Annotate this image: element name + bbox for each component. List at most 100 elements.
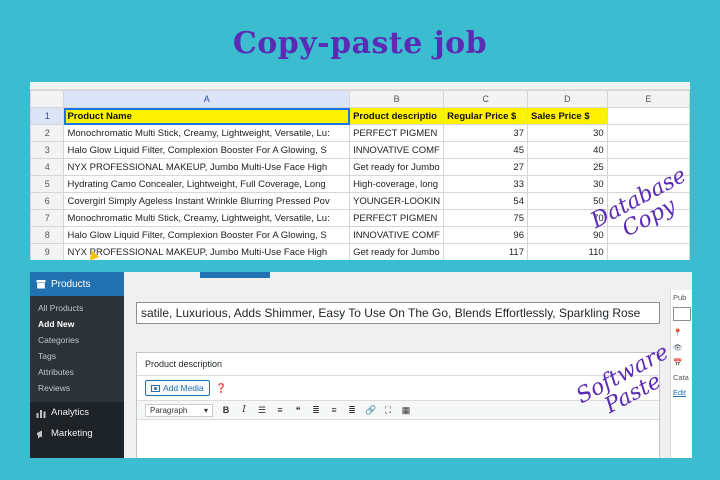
cell-product-name[interactable]: Monochromatic Multi Stick, Creamy, Light… — [63, 124, 351, 142]
format-select-value: Paragraph — [150, 405, 188, 415]
cell-product-name[interactable]: Halo Glow Liquid Filter, Complexion Boos… — [63, 226, 351, 244]
archive-icon — [36, 280, 46, 289]
cell-regular-price[interactable]: 117 — [443, 243, 528, 260]
bold-icon[interactable]: B — [221, 405, 231, 415]
cell-product-name[interactable]: Monochromatic Multi Stick, Creamy, Light… — [63, 209, 351, 227]
cell-description[interactable]: High-coverage, long — [349, 175, 445, 193]
row-number[interactable]: 5 — [30, 175, 65, 193]
cell-description[interactable]: INNOVATIVE COMF — [349, 226, 445, 244]
table-row: 6 Covergirl Simply Ageless Instant Wrink… — [30, 192, 690, 210]
bulleted-list-icon[interactable]: ☰ — [257, 405, 267, 416]
column-header-d[interactable]: D — [526, 90, 608, 108]
sidebar-item-label: Marketing — [51, 428, 93, 439]
bar-chart-icon — [36, 409, 46, 418]
products-submenu: All Products Add New Categories Tags Att… — [30, 296, 124, 402]
sidebar-item-marketing[interactable]: Marketing — [30, 423, 124, 444]
align-right-icon[interactable]: ≣ — [347, 405, 357, 416]
header-cell-regular-price[interactable]: Regular Price $ — [443, 107, 528, 125]
submenu-attributes[interactable]: Attributes — [30, 364, 124, 380]
cell-regular-price[interactable]: 37 — [443, 124, 528, 142]
column-header-c[interactable]: C — [443, 90, 528, 108]
row-number[interactable]: 3 — [30, 141, 65, 159]
row-number[interactable]: 6 — [30, 192, 65, 210]
help-icon[interactable]: ❓ — [216, 383, 227, 394]
row-number[interactable]: 8 — [30, 226, 65, 244]
cell-regular-price[interactable]: 45 — [443, 141, 528, 159]
row-number[interactable]: 7 — [30, 209, 65, 227]
cell-regular-price[interactable]: 33 — [443, 175, 528, 193]
empty-cell[interactable] — [606, 124, 690, 142]
blockquote-icon[interactable]: ❝ — [293, 405, 303, 416]
cell-description[interactable]: Get ready for Jumbo — [349, 243, 445, 260]
edit-link[interactable]: Edit — [671, 385, 692, 400]
italic-icon[interactable]: I — [239, 405, 249, 415]
sidebar-item-label: Products — [51, 278, 91, 290]
sidebar-item-analytics[interactable]: Analytics — [30, 402, 124, 423]
cell-sales-price[interactable]: 30 — [526, 124, 608, 142]
align-center-icon[interactable]: ≡ — [329, 405, 339, 415]
column-header-a[interactable]: A — [63, 90, 351, 108]
cell-product-name[interactable]: Hydrating Camo Concealer, Lightweight, F… — [63, 175, 351, 193]
cell-sales-price[interactable]: 30 — [526, 175, 608, 193]
camera-icon — [151, 385, 160, 392]
cell-sales-price[interactable]: 25 — [526, 158, 608, 176]
row-number[interactable]: 9 — [30, 243, 65, 260]
paragraph-format-select[interactable]: Paragraph ▾ — [145, 403, 213, 417]
tab-highlight — [200, 272, 270, 278]
header-cell-product-name[interactable]: Product Name — [63, 107, 351, 125]
cell-regular-price[interactable]: 96 — [443, 226, 528, 244]
add-media-label: Add Media — [163, 383, 204, 393]
table-row: 5 Hydrating Camo Concealer, Lightweight,… — [30, 175, 690, 193]
cell-product-name[interactable]: NYX PROFESSIONAL MAKEUP, Jumbo Multi-Use… — [63, 243, 351, 260]
sidebar-item-products[interactable]: Products — [30, 272, 124, 296]
cell-regular-price[interactable]: 54 — [443, 192, 528, 210]
wp-admin-sidebar: Products All Products Add New Categories… — [30, 272, 124, 458]
cell-regular-price[interactable]: 27 — [443, 158, 528, 176]
header-cell-product-description[interactable]: Product descriptio — [349, 107, 445, 125]
column-header-e[interactable]: E — [606, 90, 690, 108]
sheet-toolbar — [30, 82, 690, 90]
link-icon[interactable]: 🔗 — [365, 405, 376, 416]
empty-cell[interactable] — [606, 107, 690, 125]
submenu-all-products[interactable]: All Products — [30, 300, 124, 316]
submenu-add-new[interactable]: Add New — [30, 316, 124, 332]
table-row: 3 Halo Glow Liquid Filter, Complexion Bo… — [30, 141, 690, 159]
product-description-heading: Product description — [137, 353, 659, 376]
column-header-b[interactable]: B — [349, 90, 445, 108]
numbered-list-icon[interactable]: ≡ — [275, 405, 285, 415]
product-title-input[interactable]: satile, Luxurious, Adds Shimmer, Easy To… — [136, 302, 660, 324]
add-media-button[interactable]: Add Media — [145, 380, 210, 396]
cell-product-name[interactable]: Halo Glow Liquid Filter, Complexion Boos… — [63, 141, 351, 159]
cell-regular-price[interactable]: 75 — [443, 209, 528, 227]
table-row: 4 NYX PROFESSIONAL MAKEUP, Jumbo Multi-U… — [30, 158, 690, 176]
empty-cell[interactable] — [606, 141, 690, 159]
toolbar-toggle-icon[interactable]: ▦ — [401, 405, 411, 416]
sidebar-item-label: Analytics — [51, 407, 90, 418]
fullscreen-icon[interactable]: ⛶ — [383, 405, 393, 416]
align-left-icon[interactable]: ≣ — [311, 405, 321, 416]
submenu-reviews[interactable]: Reviews — [30, 380, 124, 396]
cell-product-name[interactable]: NYX PROFESSIONAL MAKEUP, Jumbo Multi-Use… — [63, 158, 351, 176]
row-number[interactable]: 1 — [30, 107, 65, 125]
corner-cell[interactable] — [30, 90, 65, 108]
cell-description[interactable]: PERFECT PIGMEN — [349, 124, 445, 142]
save-draft-button[interactable] — [673, 307, 691, 321]
megaphone-icon — [37, 430, 42, 438]
header-cell-sales-price[interactable]: Sales Price $ — [526, 107, 608, 125]
wordpress-editor-panel: Products All Products Add New Categories… — [30, 272, 692, 458]
cell-description[interactable]: Get ready for Jumbo — [349, 158, 445, 176]
submenu-categories[interactable]: Categories — [30, 332, 124, 348]
cell-description[interactable]: INNOVATIVE COMF — [349, 141, 445, 159]
cell-product-name[interactable]: Covergirl Simply Ageless Instant Wrinkle… — [63, 192, 351, 210]
submenu-tags[interactable]: Tags — [30, 348, 124, 364]
publish-panel-title: Pub — [673, 293, 687, 302]
page-title: Copy-paste job — [232, 26, 488, 61]
cell-description[interactable]: YOUNGER-LOOKIN — [349, 192, 445, 210]
wp-main-content: satile, Luxurious, Adds Shimmer, Easy To… — [124, 272, 692, 458]
chevron-down-icon: ▾ — [203, 405, 208, 415]
row-number[interactable]: 2 — [30, 124, 65, 142]
table-row: 2 Monochromatic Multi Stick, Creamy, Lig… — [30, 124, 690, 142]
cell-description[interactable]: PERFECT PIGMEN — [349, 209, 445, 227]
row-number[interactable]: 4 — [30, 158, 65, 176]
cell-sales-price[interactable]: 40 — [526, 141, 608, 159]
